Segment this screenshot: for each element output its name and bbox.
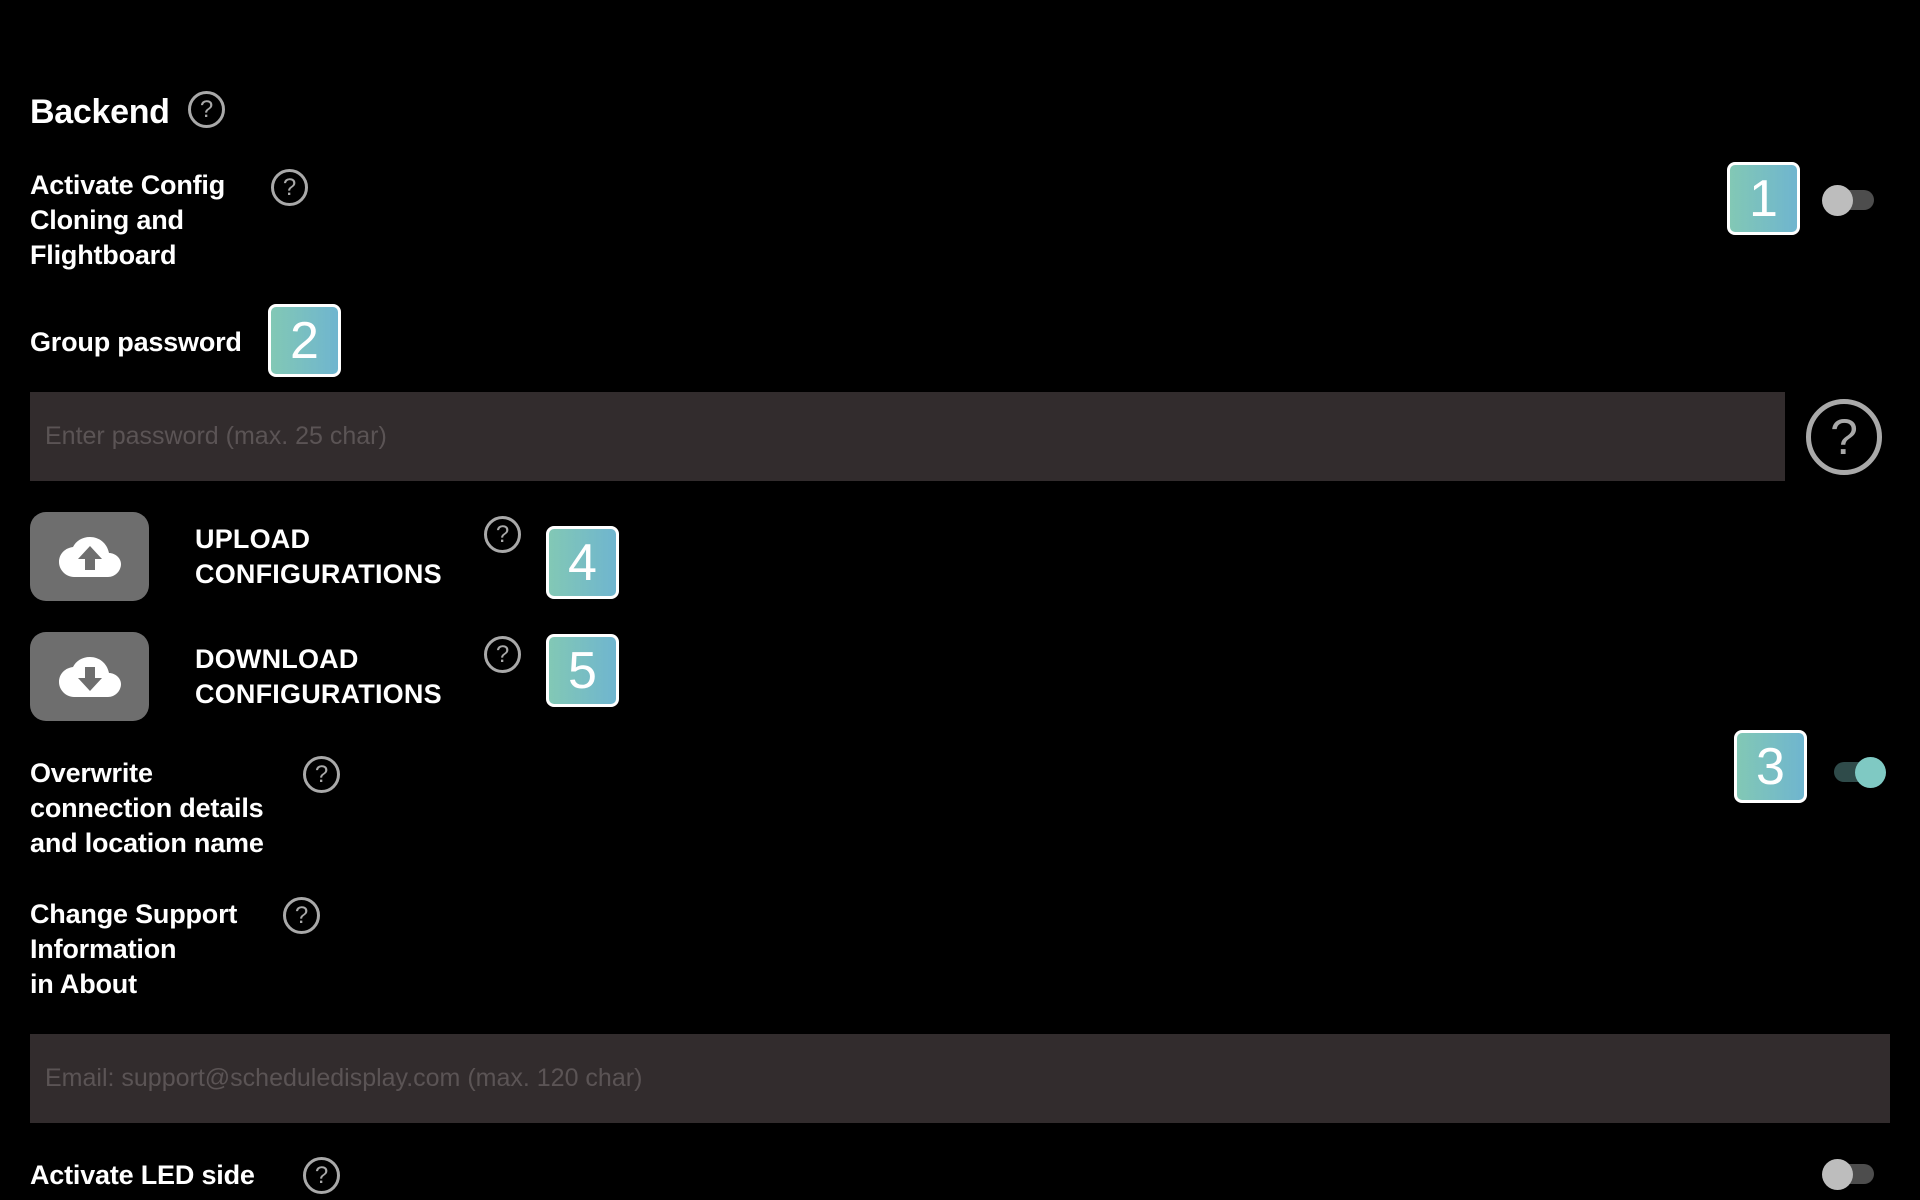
- support-email-input[interactable]: [30, 1034, 1890, 1123]
- group-password-help-icon[interactable]: ?: [1806, 399, 1882, 475]
- config-cloning-toggle[interactable]: [1822, 183, 1882, 217]
- cloud-upload-icon: [58, 536, 121, 577]
- download-configurations-label[interactable]: DOWNLOAD CONFIGURATIONS: [195, 642, 442, 712]
- overwrite-connection-label: Overwrite connection details and locatio…: [30, 758, 264, 858]
- led-side-label: Activate LED side: [30, 1160, 255, 1190]
- support-info-help-icon[interactable]: ?: [283, 897, 320, 934]
- download-configurations-button[interactable]: [30, 632, 149, 721]
- led-side-help-icon[interactable]: ?: [303, 1157, 340, 1194]
- led-side-toggle[interactable]: [1822, 1157, 1882, 1191]
- group-password-input[interactable]: [30, 392, 1785, 481]
- config-cloning-help-icon[interactable]: ?: [271, 169, 308, 206]
- toggle-thumb: [1822, 1159, 1853, 1190]
- annotation-badge-4: 4: [546, 526, 619, 599]
- upload-help-icon[interactable]: ?: [484, 516, 521, 553]
- group-password-label: Group password: [30, 327, 242, 357]
- upload-configurations-button[interactable]: [30, 512, 149, 601]
- toggle-thumb: [1855, 757, 1886, 788]
- annotation-badge-5: 5: [546, 634, 619, 707]
- support-info-label: Change Support Information in About: [30, 899, 238, 999]
- config-cloning-label: Activate Config Cloning and Flightboard: [30, 170, 226, 270]
- annotation-badge-3: 3: [1734, 730, 1807, 803]
- overwrite-connection-help-icon[interactable]: ?: [303, 756, 340, 793]
- toggle-thumb: [1822, 185, 1853, 216]
- cloud-download-icon: [58, 656, 121, 697]
- annotation-badge-2: 2: [268, 304, 341, 377]
- annotation-badge-1: 1: [1727, 162, 1800, 235]
- overwrite-connection-toggle[interactable]: [1830, 755, 1890, 789]
- upload-configurations-label[interactable]: UPLOAD CONFIGURATIONS: [195, 522, 442, 592]
- help-icon[interactable]: ?: [188, 91, 225, 128]
- section-title: Backend: [30, 93, 170, 131]
- download-help-icon[interactable]: ?: [484, 636, 521, 673]
